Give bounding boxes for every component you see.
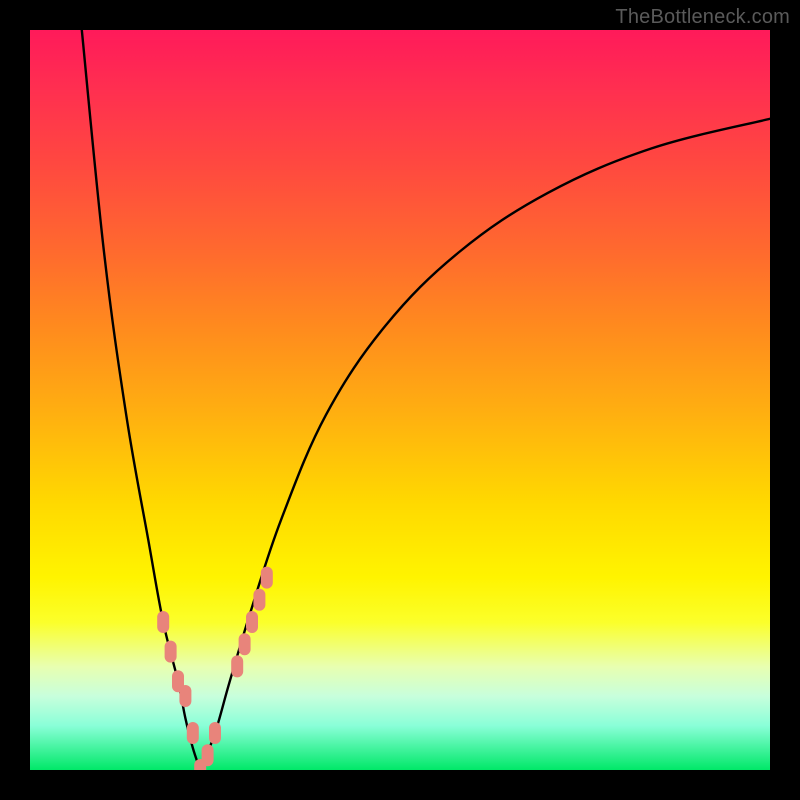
data-marker xyxy=(261,567,273,589)
data-marker xyxy=(202,744,214,766)
plot-area xyxy=(30,30,770,770)
chart-frame: TheBottleneck.com xyxy=(0,0,800,800)
data-marker xyxy=(246,611,258,633)
data-marker xyxy=(187,722,199,744)
data-marker xyxy=(239,633,251,655)
data-marker xyxy=(209,722,221,744)
data-marker xyxy=(253,589,265,611)
data-marker xyxy=(179,685,191,707)
data-marker xyxy=(165,641,177,663)
curve-layer xyxy=(30,30,770,770)
data-marker xyxy=(157,611,169,633)
watermark-text: TheBottleneck.com xyxy=(615,6,790,29)
curve-left_branch xyxy=(82,30,200,770)
curve-right_branch xyxy=(200,119,770,770)
data-marker xyxy=(231,655,243,677)
